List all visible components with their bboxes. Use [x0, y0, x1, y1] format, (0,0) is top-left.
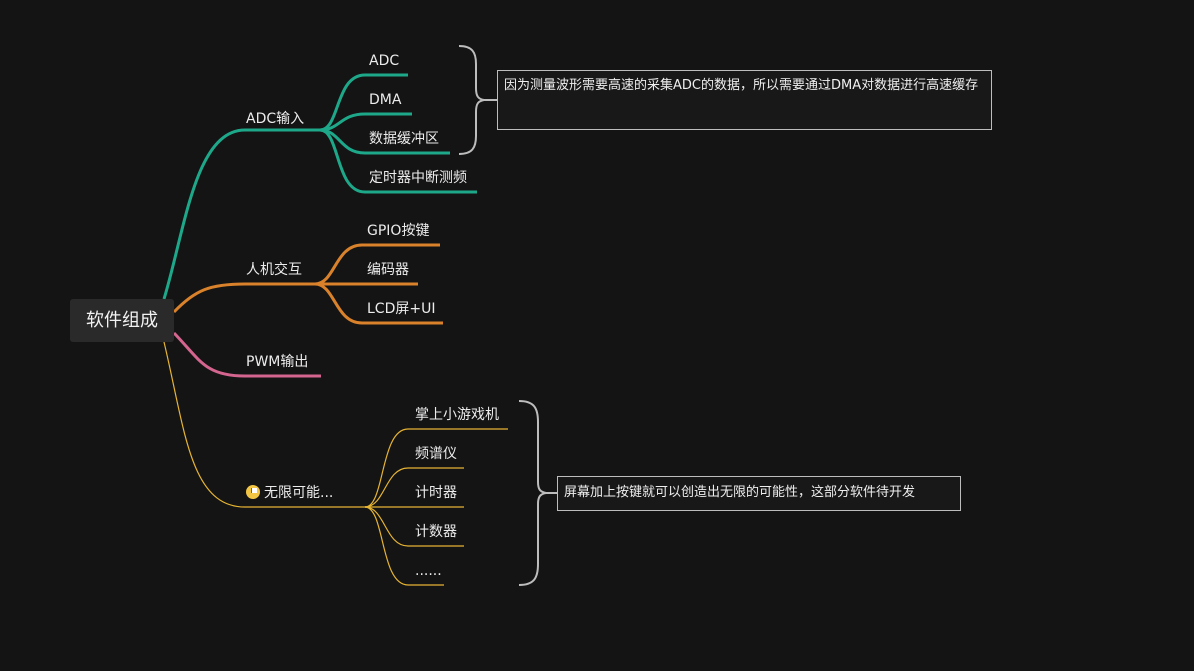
- more-summary-note[interactable]: 屏幕加上按键就可以创造出无限的可能性，这部分软件待开发: [557, 476, 961, 511]
- node-data-buffer[interactable]: 数据缓冲区: [369, 130, 439, 148]
- branch-pwm-output[interactable]: PWM输出: [246, 353, 308, 371]
- node-adc[interactable]: ADC: [369, 52, 399, 70]
- adc-summary-bracket: [458, 45, 485, 155]
- node-handheld-game[interactable]: 掌上小游戏机: [415, 406, 499, 424]
- node-encoder[interactable]: 编码器: [367, 261, 409, 279]
- node-dma[interactable]: DMA: [369, 91, 401, 109]
- branch-more-label: 无限可能...: [264, 485, 334, 501]
- node-spectrum-analyzer[interactable]: 频谱仪: [415, 445, 457, 463]
- branch-adc-input[interactable]: ADC输入: [246, 110, 304, 128]
- node-counter[interactable]: 计数器: [415, 523, 457, 541]
- node-timer[interactable]: 计时器: [415, 484, 457, 502]
- adc-summary-note[interactable]: 因为测量波形需要高速的采集ADC的数据，所以需要通过DMA对数据进行高速缓存: [497, 70, 992, 130]
- node-timer-interrupt[interactable]: 定时器中断测频: [369, 169, 467, 187]
- node-gpio-keys[interactable]: GPIO按键: [367, 222, 429, 240]
- branch-infinite-possibilities[interactable]: 无限可能...: [246, 484, 333, 502]
- node-lcd-ui[interactable]: LCD屏+UI: [367, 300, 435, 318]
- connector-hmi-branch: [172, 282, 320, 314]
- root-node[interactable]: 软件组成: [70, 299, 174, 342]
- branch-hmi[interactable]: 人机交互: [246, 261, 302, 279]
- flag-icon: [246, 485, 260, 499]
- more-summary-bracket: [518, 400, 547, 586]
- node-ellipsis[interactable]: ......: [415, 562, 442, 580]
